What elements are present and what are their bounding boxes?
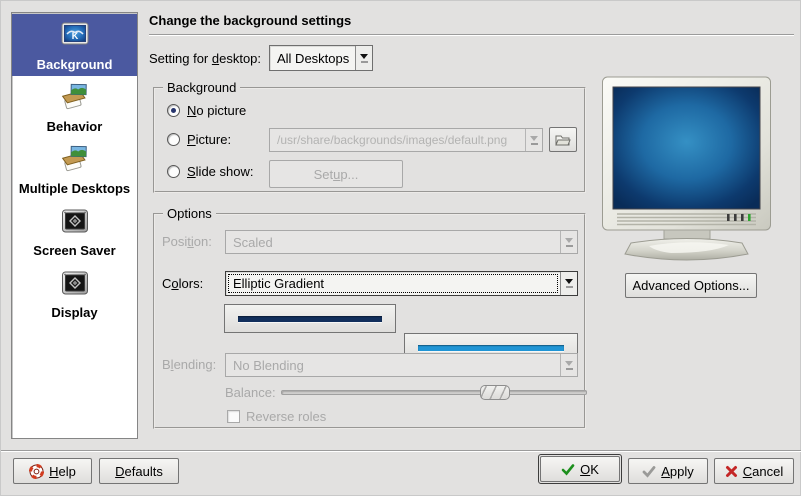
- sidebar-item-label: Screen Saver: [14, 243, 135, 258]
- colors-combo[interactable]: Elliptic Gradient: [225, 271, 578, 296]
- desktop-selector-value: All Desktops: [270, 46, 355, 70]
- screen-icon: [59, 205, 91, 237]
- monitor-kde-icon: K: [59, 19, 91, 51]
- advanced-options-button[interactable]: Advanced Options...: [625, 273, 757, 298]
- chevron-down-icon: [525, 129, 542, 151]
- apply-button[interactable]: Apply: [628, 458, 708, 484]
- module-list[interactable]: K Background Behavior: [11, 12, 138, 439]
- sidebar-item-label: Multiple Desktops: [14, 181, 135, 196]
- blending-combo: No Blending: [225, 353, 578, 377]
- no-picture-radio[interactable]: No picture: [167, 103, 246, 118]
- ok-default-ring: OK: [538, 454, 622, 484]
- header-separator: [149, 34, 794, 36]
- sidebar-item-multiple-desktops[interactable]: Multiple Desktops: [12, 138, 137, 200]
- sidebar-item-screen-saver[interactable]: Screen Saver: [12, 200, 137, 262]
- picture-path-value: /usr/share/backgrounds/images/default.pn…: [270, 129, 525, 151]
- background-group: Background No picture Picture: /usr/shar…: [153, 87, 586, 193]
- position-value: Scaled: [226, 231, 560, 253]
- sidebar-item-background[interactable]: K Background: [12, 14, 137, 76]
- radio-selected-icon[interactable]: [167, 104, 180, 117]
- ok-check-icon: [561, 463, 575, 476]
- defaults-button[interactable]: Defaults: [99, 458, 179, 484]
- slide-show-label: Slide show:: [187, 164, 253, 179]
- blending-label: Blending:: [162, 357, 216, 372]
- cancel-x-icon: [725, 465, 738, 478]
- ok-button[interactable]: OK: [540, 456, 620, 482]
- screen-icon: [59, 267, 91, 299]
- setup-button-label: Setup...: [314, 167, 359, 182]
- sidebar-item-behavior[interactable]: Behavior: [12, 76, 137, 138]
- chevron-down-icon[interactable]: [560, 272, 577, 295]
- svg-text:K: K: [71, 31, 78, 41]
- chevron-down-icon: [560, 354, 577, 376]
- page-title: Change the background settings: [149, 13, 351, 28]
- balance-slider-handle: [480, 385, 510, 400]
- picture-label: Picture:: [187, 132, 231, 147]
- apply-button-label: Apply: [661, 464, 694, 479]
- help-lifesaver-icon: [29, 464, 44, 479]
- chevron-down-icon[interactable]: [355, 46, 372, 70]
- radio-icon[interactable]: [167, 165, 180, 178]
- defaults-button-label: Defaults: [115, 464, 163, 479]
- sidebar-item-label: Background: [14, 57, 135, 72]
- cancel-button-label: Cancel: [743, 464, 783, 479]
- cancel-button[interactable]: Cancel: [714, 458, 794, 484]
- color1-button[interactable]: [224, 304, 396, 333]
- balance-label: Balance:: [225, 385, 276, 400]
- position-combo: Scaled: [225, 230, 578, 254]
- footer-separator: [1, 450, 801, 452]
- radio-icon[interactable]: [167, 133, 180, 146]
- options-group-legend: Options: [163, 206, 216, 221]
- slide-show-radio[interactable]: Slide show:: [167, 164, 253, 179]
- no-picture-label: No picture: [187, 103, 246, 118]
- picture-path-combo: /usr/share/backgrounds/images/default.pn…: [269, 128, 543, 152]
- setup-button: Setup...: [269, 160, 403, 188]
- background-settings-window: { "header": { "title": "Change the backg…: [0, 0, 801, 496]
- chevron-down-icon: [560, 231, 577, 253]
- reverse-roles-label: Reverse roles: [246, 409, 326, 424]
- desktop-icon: [59, 143, 91, 175]
- picture-radio[interactable]: Picture:: [167, 132, 231, 147]
- desktop-icon: [59, 81, 91, 113]
- blending-value: No Blending: [226, 354, 560, 376]
- help-button-label: Help: [49, 464, 76, 479]
- browse-folder-button[interactable]: [549, 127, 577, 152]
- options-group: Options Position: Scaled Colors: Ellipti…: [153, 213, 586, 429]
- position-label: Position:: [162, 234, 212, 249]
- advanced-options-label: Advanced Options...: [632, 278, 749, 293]
- ok-button-label: OK: [580, 462, 599, 477]
- apply-check-icon: [642, 465, 656, 478]
- background-preview-monitor: [601, 75, 773, 265]
- balance-slider-track: [281, 390, 587, 395]
- color2-swatch: [418, 345, 564, 351]
- colors-value: Elliptic Gradient: [226, 272, 560, 295]
- background-group-legend: Background: [163, 80, 240, 95]
- colors-label: Colors:: [162, 276, 203, 291]
- desktop-selector-label: Setting for desktop:: [149, 51, 261, 66]
- folder-open-icon: [555, 133, 571, 147]
- sidebar-item-display[interactable]: Display: [12, 262, 137, 324]
- help-button[interactable]: Help: [13, 458, 92, 484]
- sidebar-item-label: Behavior: [14, 119, 135, 134]
- desktop-selector-combo[interactable]: All Desktops: [269, 45, 373, 71]
- color1-swatch: [238, 316, 382, 322]
- reverse-roles-checkbox: [227, 410, 240, 423]
- sidebar-item-label: Display: [14, 305, 135, 320]
